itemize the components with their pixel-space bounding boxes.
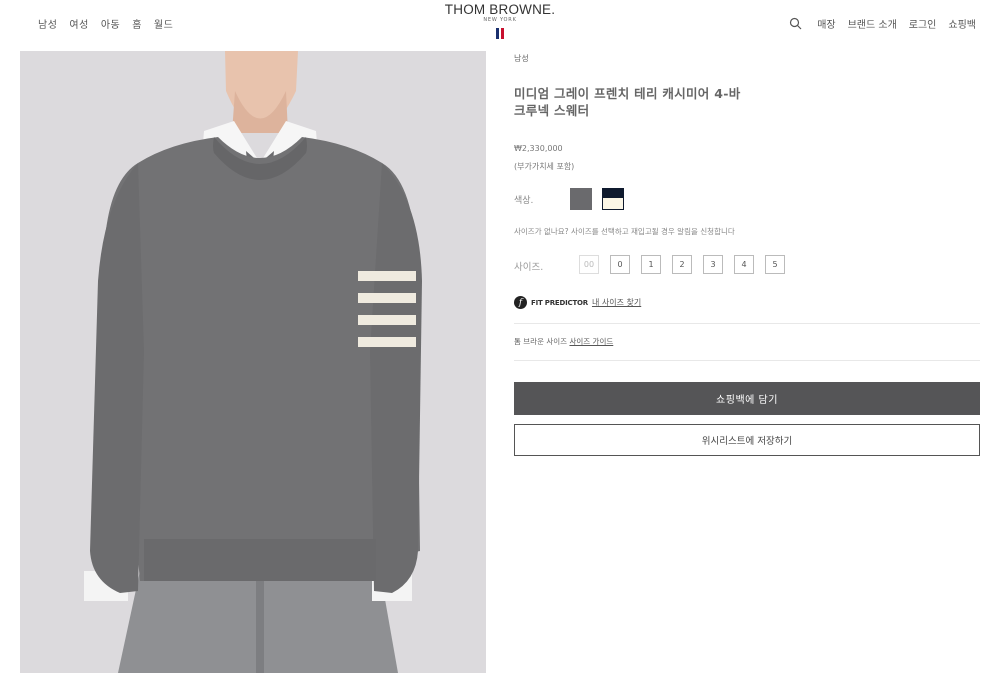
divider [514, 323, 980, 324]
product-category[interactable]: 남성 [514, 53, 529, 64]
logo-subtitle: NEW YORK [483, 17, 517, 23]
search-icon[interactable] [789, 17, 803, 31]
size-option-00[interactable]: 00 [579, 255, 599, 274]
size-option-5[interactable]: 5 [765, 255, 785, 274]
product-price: ₩2,330,000 [514, 144, 563, 153]
product-image[interactable] [20, 51, 486, 673]
vat-note: (부가가치세 포함) [514, 162, 575, 171]
nav-home[interactable]: 홈 [132, 16, 142, 31]
nav-women[interactable]: 여성 [69, 16, 88, 31]
divider [514, 360, 980, 361]
fit-predictor-label: FIT PREDICTOR [531, 298, 588, 307]
brand-logo[interactable]: THOM BROWNE. NEW YORK [442, 3, 558, 39]
size-options: 00 0 1 2 3 4 5 [579, 255, 785, 274]
nav-stores[interactable]: 매장 [817, 16, 835, 31]
size-option-4[interactable]: 4 [734, 255, 754, 274]
nav-world[interactable]: 월드 [154, 16, 173, 31]
color-swatch-navy[interactable] [602, 188, 624, 210]
top-navigation: 남성 여성 아동 홈 월드 THOM BROWNE. NEW YORK 매장 브… [0, 0, 1000, 50]
add-to-bag-button[interactable]: 쇼핑백에 담기 [514, 382, 980, 415]
utility-menu: 매장 브랜드 소개 로그인 쇼핑백 [789, 16, 976, 31]
nav-kids[interactable]: 아동 [101, 16, 120, 31]
main-menu: 남성 여성 아동 홈 월드 [38, 16, 173, 31]
save-to-wishlist-button[interactable]: 위시리스트에 저장하기 [514, 424, 980, 456]
size-option-3[interactable]: 3 [703, 255, 723, 274]
nav-shopping-bag[interactable]: 쇼핑백 [948, 16, 976, 31]
find-my-size-link[interactable]: 내 사이즈 찾기 [592, 297, 641, 308]
size-option-1[interactable]: 1 [641, 255, 661, 274]
sweater-model-illustration [20, 51, 486, 673]
size-guide-row: 톰 브라운 사이즈 사이즈 가이드 [514, 336, 613, 347]
color-label: 색상. [514, 196, 534, 206]
nav-login[interactable]: 로그인 [909, 16, 937, 31]
fit-predictor-row: f FIT PREDICTOR 내 사이즈 찾기 [514, 296, 641, 309]
nav-brand-intro[interactable]: 브랜드 소개 [848, 16, 897, 31]
size-option-0[interactable]: 0 [610, 255, 630, 274]
logo-wordmark: THOM BROWNE. [444, 2, 556, 17]
color-swatch-grey[interactable] [570, 188, 592, 210]
nav-men[interactable]: 남성 [38, 16, 57, 31]
fit-predictor-icon: f [514, 296, 527, 309]
size-guide-prefix: 톰 브라운 사이즈 [514, 337, 568, 346]
size-notify-text: 사이즈가 없나요? 사이즈를 선택하고 재입고될 경우 알림을 신청합니다 [514, 227, 735, 236]
tricolor-flag-icon [442, 28, 558, 39]
product-title: 미디엄 그레이 프렌치 테리 캐시미어 4-바 크루넥 스웨터 [514, 86, 741, 118]
size-label: 사이즈. [514, 262, 544, 273]
size-guide-link[interactable]: 사이즈 가이드 [569, 337, 613, 346]
size-option-2[interactable]: 2 [672, 255, 692, 274]
